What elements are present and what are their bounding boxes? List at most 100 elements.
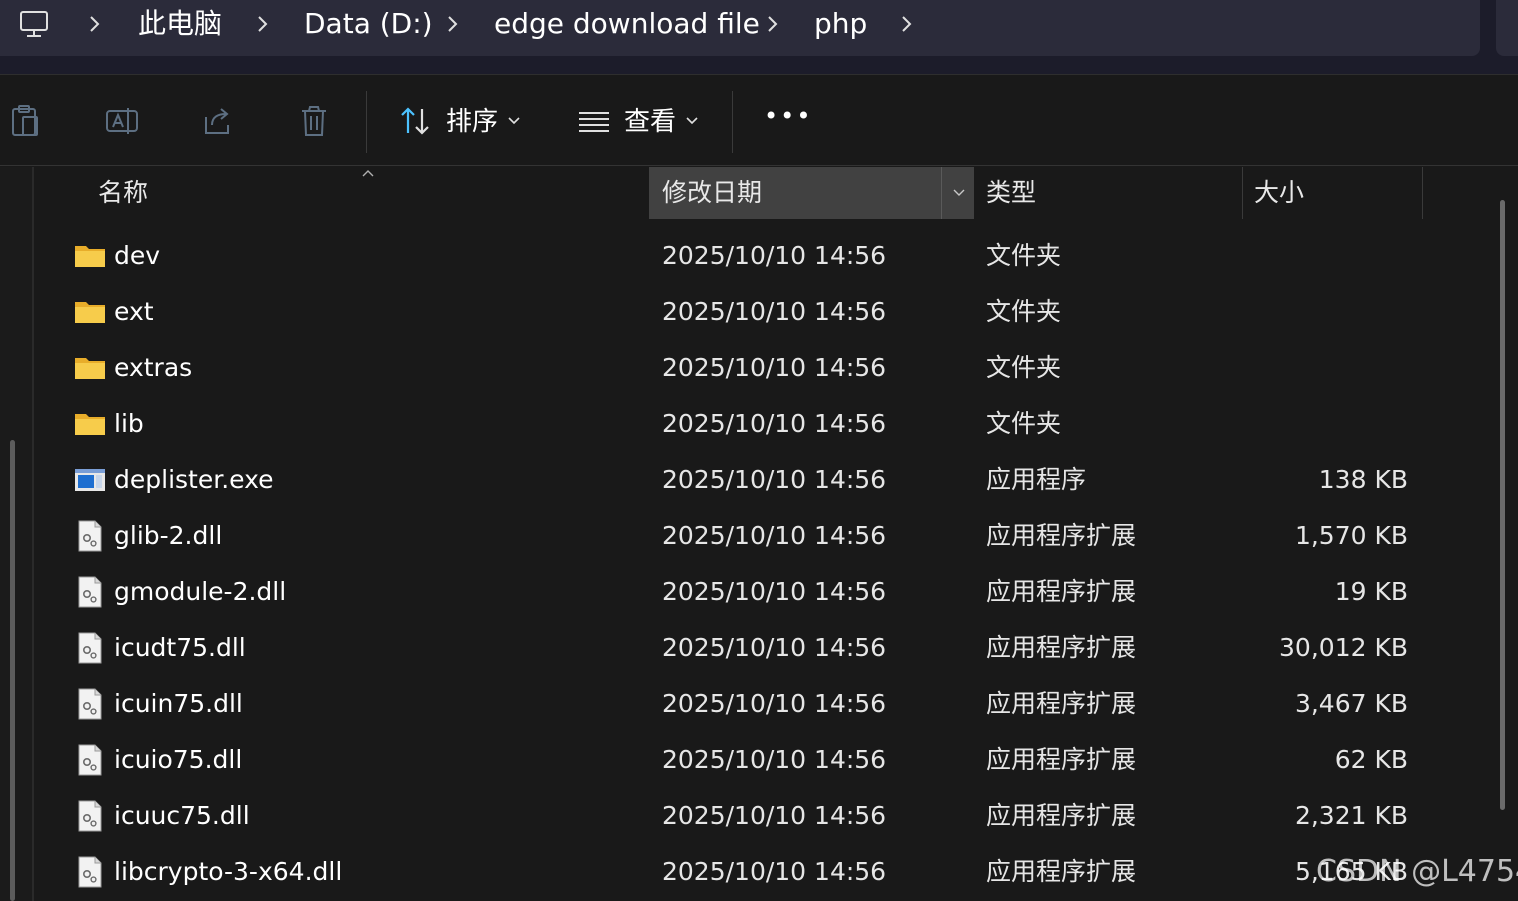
file-type: 文件夹	[986, 409, 1062, 438]
file-row[interactable]: icuuc75.dll 2025/10/10 14:56 应用程序扩展 2,321 K…	[36, 788, 1496, 844]
column-divider[interactable]	[1422, 167, 1423, 219]
exe-icon	[75, 469, 105, 491]
file-date: 2025/10/10 14:56	[662, 241, 887, 270]
file-size: 19 KB	[1334, 577, 1408, 606]
file-name[interactable]: icuuc75.dll	[114, 788, 250, 844]
paste-icon[interactable]	[8, 103, 44, 139]
file-date: 2025/10/10 14:56	[662, 353, 887, 382]
column-filter-dropdown[interactable]	[941, 167, 974, 219]
chevron-right-icon[interactable]	[84, 12, 106, 36]
file-name[interactable]: libcrypto-3-x64.dll	[114, 844, 342, 900]
breadcrumb-item-this-pc[interactable]: 此电脑	[138, 6, 222, 42]
file-size	[1246, 284, 1408, 340]
view-button[interactable]: 查看	[624, 105, 676, 139]
folder-icon	[75, 358, 105, 379]
file-date: 2025/10/10 14:56	[662, 857, 887, 886]
file-date: 2025/10/10 14:56	[662, 521, 887, 550]
file-size: 3,467 KB	[1294, 689, 1408, 718]
file-name[interactable]: icuio75.dll	[114, 732, 242, 788]
this-pc-icon[interactable]	[18, 8, 50, 40]
file-type: 应用程序扩展	[986, 857, 1137, 886]
file-name[interactable]: dev	[114, 228, 160, 284]
folder-icon	[75, 246, 105, 267]
file-name[interactable]: deplister.exe	[114, 452, 274, 508]
file-type: 文件夹	[986, 353, 1062, 382]
file-name[interactable]: gmodule-2.dll	[114, 564, 286, 620]
file-name[interactable]: icuin75.dll	[114, 676, 243, 732]
file-row[interactable]: lib 2025/10/10 14:56 文件夹	[36, 396, 1496, 452]
share-icon[interactable]	[200, 103, 236, 139]
delete-icon[interactable]	[296, 103, 332, 139]
sort-icon[interactable]	[398, 103, 434, 139]
view-icon[interactable]	[576, 103, 612, 139]
chevron-down-icon[interactable]	[684, 115, 700, 127]
breadcrumb-item-edge-download-file[interactable]: edge download file	[494, 6, 760, 42]
file-date: 2025/10/10 14:56	[662, 689, 887, 718]
file-row[interactable]: deplister.exe 2025/10/10 14:56 应用程序 138 KB	[36, 452, 1496, 508]
chevron-right-icon[interactable]	[252, 12, 274, 36]
breadcrumb-item-data-drive[interactable]: Data (D:)	[304, 6, 433, 42]
file-row[interactable]: gmodule-2.dll 2025/10/10 14:56 应用程序扩展 19 KB	[36, 564, 1496, 620]
chevron-right-icon[interactable]	[896, 12, 918, 36]
dll-icon	[78, 576, 102, 608]
file-date: 2025/10/10 14:56	[662, 409, 887, 438]
column-header-type[interactable]: 类型	[986, 167, 1036, 219]
chevron-right-icon[interactable]	[762, 12, 784, 36]
file-date: 2025/10/10 14:56	[662, 745, 887, 774]
file-row[interactable]: extras 2025/10/10 14:56 文件夹	[36, 340, 1496, 396]
file-type: 文件夹	[986, 241, 1062, 270]
column-header-date[interactable]: 修改日期	[662, 167, 762, 219]
search-box[interactable]	[1496, 0, 1518, 56]
file-size	[1246, 228, 1408, 284]
file-date: 2025/10/10 14:56	[662, 577, 887, 606]
toolbar-separator	[732, 91, 733, 153]
file-row[interactable]: icuio75.dll 2025/10/10 14:56 应用程序扩展 62 KB	[36, 732, 1496, 788]
file-size: 1,570 KB	[1294, 521, 1408, 550]
file-date: 2025/10/10 14:56	[662, 465, 887, 494]
file-date: 2025/10/10 14:56	[662, 801, 887, 830]
breadcrumb-item-php[interactable]: php	[814, 6, 867, 42]
sort-button[interactable]: 排序	[446, 105, 498, 139]
file-row[interactable]: dev 2025/10/10 14:56 文件夹	[36, 228, 1496, 284]
file-row[interactable]: icudt75.dll 2025/10/10 14:56 应用程序扩展 30,012 …	[36, 620, 1496, 676]
file-row[interactable]: ext 2025/10/10 14:56 文件夹	[36, 284, 1496, 340]
file-type: 应用程序扩展	[986, 633, 1137, 662]
breadcrumb[interactable]: 此电脑 Data (D:) edge download file php	[0, 0, 1480, 56]
dll-icon	[78, 632, 102, 664]
file-size: 138 KB	[1318, 465, 1408, 494]
chevron-down-icon[interactable]	[506, 115, 522, 127]
file-row[interactable]: icuin75.dll 2025/10/10 14:56 应用程序扩展 3,467 K…	[36, 676, 1496, 732]
file-name[interactable]: icudt75.dll	[114, 620, 246, 676]
toolbar-separator	[366, 91, 367, 153]
address-bar: 此电脑 Data (D:) edge download file php	[0, 0, 1518, 74]
file-name[interactable]: lib	[114, 396, 144, 452]
file-type: 应用程序扩展	[986, 689, 1137, 718]
file-name[interactable]: ext	[114, 284, 154, 340]
file-row[interactable]: glib-2.dll 2025/10/10 14:56 应用程序扩展 1,570 KB	[36, 508, 1496, 564]
column-divider[interactable]	[1242, 167, 1243, 219]
chevron-right-icon[interactable]	[442, 12, 464, 36]
navigation-pane[interactable]	[0, 167, 34, 901]
dll-icon	[78, 744, 102, 776]
navigation-scrollbar[interactable]	[10, 440, 15, 901]
sort-ascending-icon	[362, 170, 374, 177]
file-size: 30,012 KB	[1279, 633, 1408, 662]
file-list: dev 2025/10/10 14:56 文件夹 ext 2025/10/10 14:5…	[36, 228, 1496, 900]
rename-icon[interactable]	[104, 103, 140, 139]
file-row[interactable]: libcrypto-3-x64.dll 2025/10/10 14:56 应用程序扩…	[36, 844, 1496, 900]
file-type: 应用程序	[986, 465, 1087, 494]
column-header-name[interactable]: 名称	[98, 167, 148, 219]
watermark: CSDN @L4754	[1316, 854, 1518, 889]
dll-icon	[78, 520, 102, 552]
file-type: 文件夹	[986, 297, 1062, 326]
more-options-button[interactable]: •••	[764, 99, 812, 133]
file-size	[1246, 396, 1408, 452]
file-list-scrollbar[interactable]	[1500, 200, 1505, 810]
file-name[interactable]: extras	[114, 340, 192, 396]
file-type: 应用程序扩展	[986, 577, 1137, 606]
file-name[interactable]: glib-2.dll	[114, 508, 222, 564]
column-header-size[interactable]: 大小	[1254, 167, 1304, 219]
chevron-down-icon	[953, 189, 965, 196]
file-size	[1246, 340, 1408, 396]
command-bar: 排序 查看 •••	[0, 74, 1518, 166]
